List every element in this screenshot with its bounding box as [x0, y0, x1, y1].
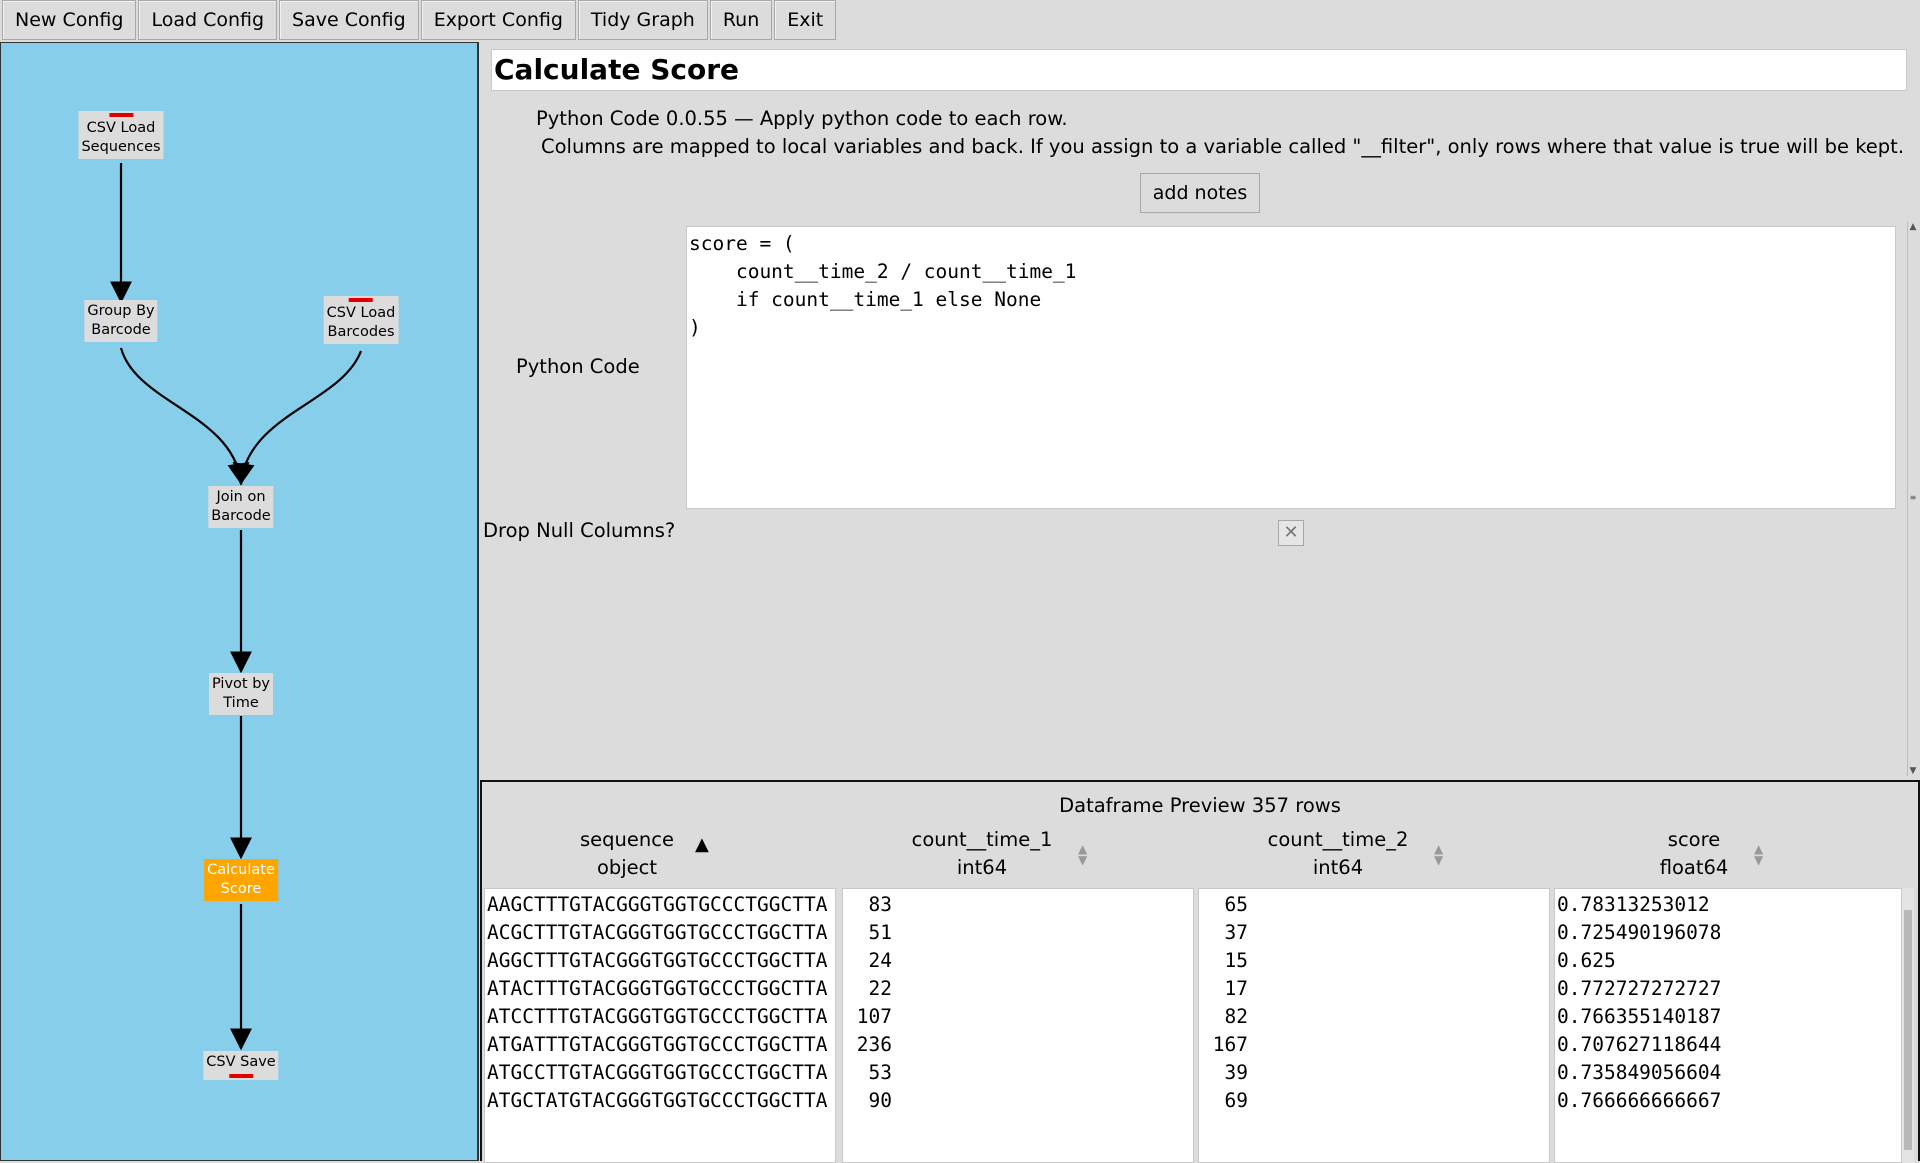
table-cell: 236	[845, 1033, 892, 1056]
table-cell: 0.725490196078	[1557, 921, 1722, 944]
save-config-button[interactable]: Save Config	[279, 0, 419, 40]
column-dtype: object	[596, 856, 658, 879]
node-label: Join on Barcode	[211, 489, 271, 524]
sort-toggle-icon[interactable]: ▲ ▼	[1754, 843, 1763, 866]
table-cell: 0.78313253012	[1557, 893, 1710, 916]
node-csv-load-barcodes[interactable]: CSV Load Barcodes	[323, 296, 399, 344]
add-notes-button[interactable]: add notes	[1140, 173, 1260, 213]
table-cell: ATGCCTTGTACGGGTGGTGCCCTGGCTTA	[487, 1061, 828, 1084]
node-title-field[interactable]: Calculate Score	[491, 49, 1907, 91]
table-cell: ATGATTTGTACGGGTGGTGCCCTGGCTTA	[487, 1033, 828, 1056]
tidy-graph-button[interactable]: Tidy Graph	[577, 0, 708, 40]
table-cell: 24	[845, 949, 892, 972]
sort-ascending-icon[interactable]: ▲	[695, 834, 709, 855]
column-values-score[interactable]: 0.78313253012 0.725490196078 0.625 0.772…	[1554, 888, 1902, 1163]
export-config-button[interactable]: Export Config	[420, 0, 576, 40]
table-cell: 51	[845, 921, 892, 944]
column-values-sequence[interactable]: AAGCTTTGTACGGGTGGTGCCCTGGCTTA ACGCTTTGTA…	[484, 888, 836, 1163]
column-name: sequence	[580, 828, 674, 851]
table-cell: ACGCTTTGTACGGGTGGTGCCCTGGCTTA	[487, 921, 828, 944]
port-marker	[349, 298, 373, 302]
port-marker	[228, 1074, 253, 1078]
table-cell: AAGCTTTGTACGGGTGGTGCCCTGGCTTA	[487, 893, 828, 916]
new-config-button[interactable]: New Config	[2, 0, 137, 40]
edge-barcodes-to-join	[232, 350, 363, 486]
python-code-editor[interactable]: score = ( count__time_2 / count__time_1 …	[686, 226, 1896, 509]
sort-toggle-icon[interactable]: ▲ ▼	[1078, 843, 1087, 866]
node-csv-load-sequences[interactable]: CSV Load Sequences	[78, 111, 164, 159]
drop-null-columns-checkbox[interactable]: ✕	[1278, 520, 1304, 546]
column-header-score[interactable]: score float64	[1549, 826, 1839, 882]
edge-group-to-join	[119, 347, 250, 486]
node-csv-save[interactable]: CSV Save	[203, 1051, 279, 1080]
table-cell: 53	[845, 1061, 892, 1084]
table-cell: 0.766666666667	[1557, 1089, 1722, 1112]
preview-title: Dataframe Preview 357 rows	[1059, 794, 1341, 817]
node-label: CSV Load Barcodes	[326, 305, 396, 340]
node-label: CSV Save	[206, 1054, 276, 1070]
port-marker	[108, 113, 133, 117]
table-cell: ATGCTATGTACGGGTGGTGCCCTGGCTTA	[487, 1089, 828, 1112]
node-pivot-by-time[interactable]: Pivot by Time	[209, 673, 273, 715]
table-cell: 15	[1201, 949, 1248, 972]
table-cell: 0.625	[1557, 949, 1616, 972]
table-cell: 37	[1201, 921, 1248, 944]
node-description-detail: Columns are mapped to local variables an…	[541, 135, 1905, 158]
node-label: Pivot by Time	[212, 676, 270, 711]
table-cell: 0.772727272727	[1557, 977, 1722, 1000]
sort-toggle-icon[interactable]: ▲ ▼	[1434, 843, 1443, 866]
scroll-up-icon[interactable]: ▲	[1908, 222, 1918, 232]
table-cell: 0.707627118644	[1557, 1033, 1722, 1056]
table-cell: 65	[1201, 893, 1248, 916]
scrollbar-thumb[interactable]	[1904, 910, 1912, 1150]
table-cell: ATACTTTGTACGGGTGGTGCCCTGGCTTA	[487, 977, 828, 1000]
scroll-down-icon[interactable]: ▼	[1908, 766, 1918, 776]
node-join-on-barcode[interactable]: Join on Barcode	[208, 486, 274, 528]
node-label: CSV Load Sequences	[81, 120, 161, 155]
column-values-count-time-1[interactable]: 83 51 24 22 107 236 53 90	[842, 888, 1194, 1163]
table-cell: 39	[1201, 1061, 1248, 1084]
graph-edges	[110, 163, 363, 1051]
run-button[interactable]: Run	[709, 0, 773, 40]
column-dtype: float64	[1659, 856, 1729, 879]
table-cell: 17	[1201, 977, 1248, 1000]
table-cell: 0.766355140187	[1557, 1005, 1722, 1028]
pipeline-graph[interactable]: CSV Load Sequences Group By Barcode CSV …	[0, 42, 479, 1161]
scroll-grip-icon[interactable]: ≡	[1908, 493, 1918, 503]
table-cell: 83	[845, 893, 892, 916]
table-cell: 82	[1201, 1005, 1248, 1028]
node-description: Python Code 0.0.55 — Apply python code t…	[536, 107, 1068, 130]
load-config-button[interactable]: Load Config	[138, 0, 278, 40]
config-scrollbar[interactable]: ▲ ≡ ▼	[1907, 222, 1918, 776]
close-icon: ✕	[1283, 522, 1299, 543]
node-label: Calculate Score	[207, 862, 275, 897]
python-code-label: Python Code	[516, 355, 640, 378]
table-cell: 69	[1201, 1089, 1248, 1112]
exit-button[interactable]: Exit	[774, 0, 837, 40]
dataframe-preview: Dataframe Preview 357 rows sequence obje…	[480, 780, 1920, 1163]
node-label: Group By Barcode	[87, 303, 155, 338]
table-cell: AGGCTTTGTACGGGTGGTGCCCTGGCTTA	[487, 949, 828, 972]
column-values-count-time-2[interactable]: 65 37 15 17 82 167 39 69	[1198, 888, 1550, 1163]
column-name: score	[1667, 828, 1721, 851]
table-scrollbar[interactable]	[1902, 888, 1914, 1163]
column-header-sequence[interactable]: sequence object	[482, 826, 772, 882]
node-group-by-barcode[interactable]: Group By Barcode	[84, 300, 158, 342]
table-cell: 90	[845, 1089, 892, 1112]
table-cell: 107	[845, 1005, 892, 1028]
table-cell: ATCCTTTGTACGGGTGGTGCCCTGGCTTA	[487, 1005, 828, 1028]
drop-null-columns-label: Drop Null Columns?	[483, 519, 676, 542]
table-cell: 167	[1201, 1033, 1248, 1056]
table-cell: 0.735849056604	[1557, 1061, 1722, 1084]
table-cell: 22	[845, 977, 892, 1000]
node-calculate-score[interactable]: Calculate Score	[204, 859, 278, 901]
toolbar: New Config Load Config Save Config Expor…	[0, 0, 837, 42]
